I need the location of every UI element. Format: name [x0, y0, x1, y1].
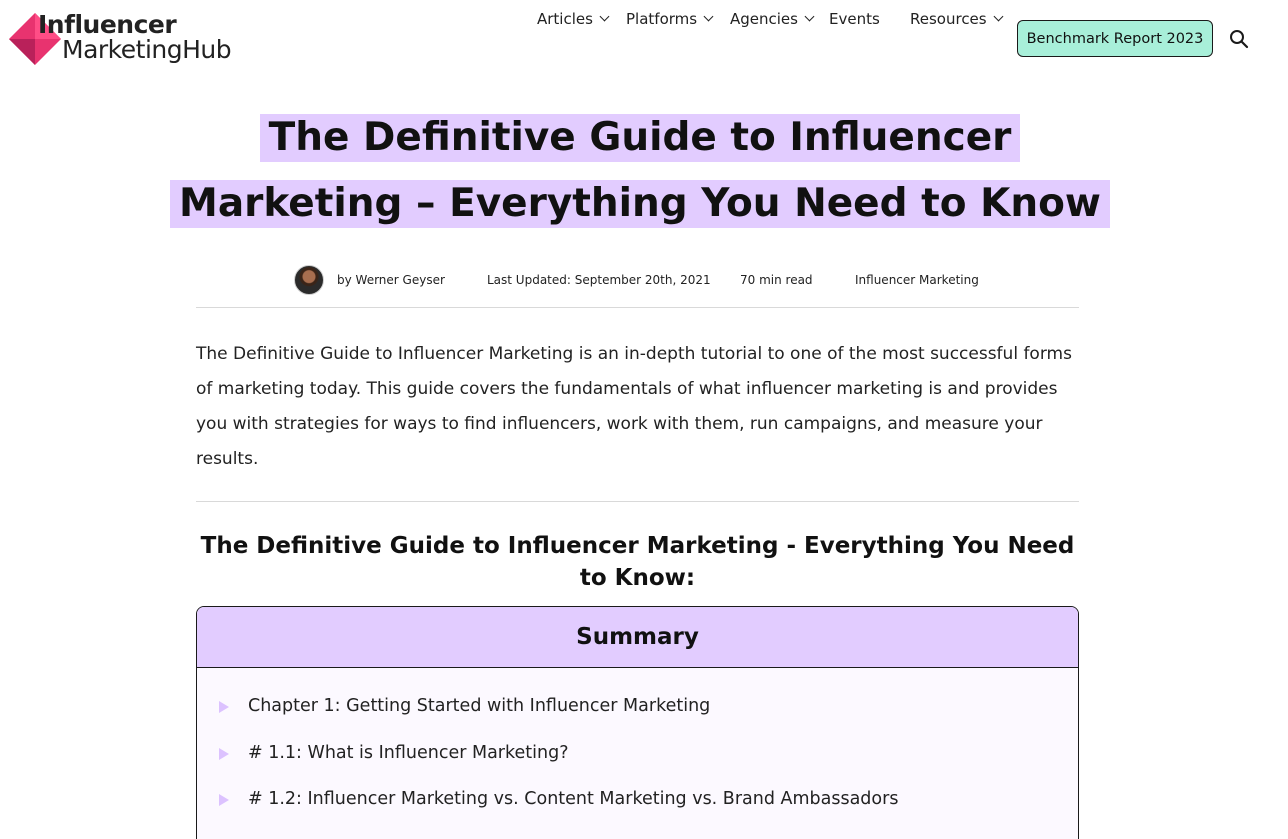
summary-item-label: Chapter 1: Getting Started with Influenc…	[248, 696, 711, 716]
site-logo[interactable]: Influencer MarketingHub	[9, 10, 249, 66]
summary-heading: Summary	[197, 607, 1078, 668]
article-title-line1: The Definitive Guide to Influencer	[259, 114, 1021, 162]
summary-item[interactable]: # 1.2: Influencer Marketing vs. Content …	[197, 789, 1078, 836]
site-header: Influencer MarketingHub Articles Platfor…	[0, 0, 1288, 78]
nav-item-agencies[interactable]: Agencies	[730, 0, 815, 37]
divider	[196, 307, 1079, 308]
logo-text-line2: MarketingHub	[62, 35, 232, 64]
summary-item[interactable]: # 1.1: What is Influencer Marketing?	[197, 743, 1078, 790]
article-title-line2: Marketing – Everything You Need to Know	[170, 180, 1110, 228]
summary-item[interactable]: Chapter 1: Getting Started with Influenc…	[197, 696, 1078, 743]
benchmark-report-button[interactable]: Benchmark Report 2023	[1017, 20, 1213, 57]
triangle-bullet-icon	[219, 701, 229, 713]
nav-item-label: Agencies	[730, 9, 798, 28]
nav-item-resources[interactable]: Resources	[910, 0, 1004, 37]
summary-box: Summary Chapter 1: Getting Started with …	[196, 606, 1079, 839]
chevron-down-icon	[703, 11, 714, 22]
nav-item-label: Events	[829, 9, 880, 28]
triangle-bullet-icon	[219, 794, 229, 806]
nav-item-label: Resources	[910, 9, 987, 28]
author-avatar[interactable]	[294, 265, 324, 295]
last-updated: Last Updated: September 20th, 2021	[487, 273, 711, 287]
summary-item-label: # 1.2: Influencer Marketing vs. Content …	[248, 789, 899, 809]
category-link[interactable]: Influencer Marketing	[855, 273, 979, 287]
nav-item-label: Platforms	[626, 9, 698, 28]
chevron-down-icon	[804, 11, 815, 22]
nav-item-events[interactable]: Events	[829, 0, 880, 37]
read-time: 70 min read	[740, 273, 813, 287]
nav-item-label: Articles	[537, 9, 593, 28]
article-title: The Definitive Guide to Influencer Marke…	[140, 112, 1140, 228]
nav-item-articles[interactable]: Articles	[537, 0, 610, 37]
divider	[196, 501, 1079, 502]
search-icon[interactable]	[1229, 29, 1249, 49]
article-meta: by Werner Geyser Last Updated: September…	[0, 265, 1288, 295]
summary-item-label: # 1.1: What is Influencer Marketing?	[248, 742, 569, 763]
article-intro: The Definitive Guide to Influencer Marke…	[196, 344, 1072, 469]
chevron-down-icon	[599, 11, 610, 22]
summary-list: Chapter 1: Getting Started with Influenc…	[197, 668, 1078, 836]
triangle-bullet-icon	[219, 747, 229, 760]
author-name[interactable]: by Werner Geyser	[337, 273, 445, 287]
chevron-down-icon	[993, 11, 1004, 22]
section-heading: The Definitive Guide to Influencer Marke…	[200, 533, 1075, 591]
nav-item-platforms[interactable]: Platforms	[626, 0, 714, 37]
